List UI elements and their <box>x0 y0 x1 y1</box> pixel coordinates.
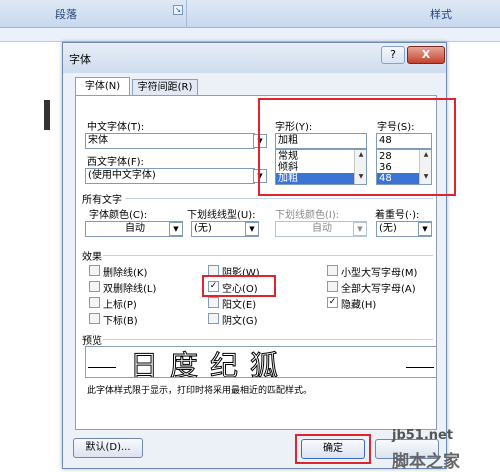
ruler-strip <box>0 28 500 42</box>
preview-header: 预览 <box>82 336 102 347</box>
all-caps-label: 全部大写字母(A) <box>341 284 416 295</box>
effects-divider <box>103 255 433 256</box>
western-font-select[interactable]: (使用中文字体) <box>85 168 255 184</box>
chinese-font-label: 中文字体(T): <box>87 122 145 133</box>
close-button[interactable]: X <box>407 46 445 64</box>
underline-color-label: 下划线颜色(I): <box>275 210 340 221</box>
ribbon-bar: 段落 ↘ 样式 <box>0 0 500 28</box>
superscript-label: 上标(P) <box>103 300 137 311</box>
document-cursor-marker <box>44 100 50 130</box>
engrave-label: 阴文(G) <box>222 316 258 327</box>
preview-sample-text: 日度纪狐 <box>129 349 291 378</box>
strikethrough-checkbox[interactable] <box>89 265 100 276</box>
highlight-style-size <box>258 98 456 196</box>
subscript-label: 下标(B) <box>103 316 138 327</box>
superscript-checkbox[interactable] <box>89 297 100 308</box>
effects-header: 效果 <box>82 252 102 263</box>
strikethrough-label: 删除线(K) <box>103 268 148 279</box>
small-caps-checkbox[interactable] <box>327 265 338 276</box>
font-dialog: 字体 ? X 字体(N) 字符间距(R) 中文字体(T): 宋体 ▼ 西文字体(… <box>62 42 456 469</box>
paragraph-launcher-icon[interactable]: ↘ <box>173 5 183 15</box>
font-color-dropdown-icon[interactable]: ▼ <box>169 222 183 236</box>
emboss-checkbox[interactable] <box>208 297 219 308</box>
hidden-label: 隐藏(H) <box>341 300 377 311</box>
tab-character-spacing[interactable]: 字符间距(R) <box>132 79 198 96</box>
all-text-header: 所有文字 <box>82 195 122 206</box>
emphasis-label: 着重号(·): <box>375 210 420 221</box>
ribbon-group-paragraph: 段落 <box>55 8 77 21</box>
help-button[interactable]: ? <box>381 46 405 64</box>
tab-font[interactable]: 字体(N) <box>75 77 130 96</box>
emphasis-dropdown-icon[interactable]: ▼ <box>418 222 432 236</box>
preview-divider <box>103 339 433 340</box>
underline-color-dropdown-icon[interactable]: ▼ <box>353 222 367 236</box>
preview-note: 此字体样式限于显示，打印时将采用最相近的匹配样式。 <box>87 386 313 396</box>
western-font-label: 西文字体(F): <box>87 157 144 168</box>
engrave-checkbox[interactable] <box>208 313 219 324</box>
dialog-title: 字体 <box>69 53 91 66</box>
double-strikethrough-checkbox[interactable] <box>89 281 100 292</box>
dialog-titlebar[interactable]: 字体 ? X <box>63 43 446 73</box>
underline-type-label: 下划线线型(U): <box>187 210 256 221</box>
highlight-ok <box>295 434 371 464</box>
preview-baseline-right <box>406 367 434 368</box>
preview-baseline-left <box>88 367 116 368</box>
document-area-left <box>0 42 62 469</box>
preview-box: 日度纪狐 <box>85 346 437 378</box>
ribbon-group-styles: 样式 <box>430 8 452 21</box>
small-caps-label: 小型大写字母(M) <box>341 268 418 279</box>
watermark-url: jb51.net <box>392 428 454 443</box>
emboss-label: 阳文(E) <box>222 300 257 311</box>
font-color-label: 字体颜色(C): <box>89 210 148 221</box>
ribbon-separator <box>186 0 187 28</box>
watermark-site-name: 脚本之家 <box>392 452 460 472</box>
chinese-font-select[interactable]: 宋体 <box>85 133 255 149</box>
double-strikethrough-label: 双删除线(L) <box>103 284 157 295</box>
underline-type-dropdown-icon[interactable]: ▼ <box>245 222 259 236</box>
highlight-outline <box>202 275 276 297</box>
default-button[interactable]: 默认(D)... <box>73 438 143 458</box>
hidden-checkbox[interactable]: ✓ <box>327 297 338 308</box>
all-caps-checkbox[interactable] <box>327 281 338 292</box>
all-text-divider <box>125 198 433 199</box>
subscript-checkbox[interactable] <box>89 313 100 324</box>
